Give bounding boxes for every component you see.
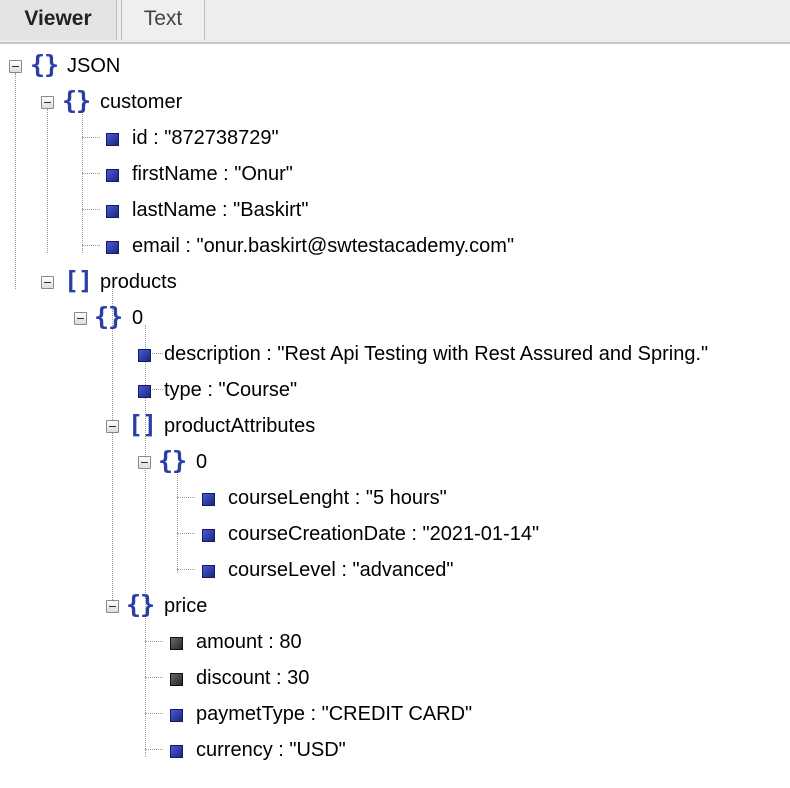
curly-braces-icon: {} — [126, 590, 155, 619]
tab-bar: Viewer Text — [0, 0, 790, 44]
leaf-label: currency : "USD" — [196, 739, 346, 761]
tab-viewer[interactable]: Viewer — [0, 0, 117, 40]
tree-connector — [145, 713, 163, 714]
square-brackets-icon: [] — [128, 410, 157, 439]
curly-braces-icon: {} — [158, 446, 187, 475]
blue-square-icon — [106, 169, 119, 182]
leaf-label: amount : 80 — [196, 631, 302, 653]
blue-square-icon — [106, 133, 119, 146]
tree-connector — [177, 469, 178, 573]
collapse-toggle-icon[interactable] — [41, 276, 54, 289]
leaf-label: courseCreationDate : "2021-01-14" — [228, 523, 540, 545]
collapse-toggle-icon[interactable] — [138, 456, 151, 469]
tree-connector — [145, 749, 163, 750]
gray-square-icon — [170, 673, 183, 686]
node-label: products — [100, 271, 177, 293]
blue-square-icon — [106, 205, 119, 218]
leaf-label: lastName : "Baskirt" — [132, 199, 309, 221]
collapse-toggle-icon[interactable] — [74, 312, 87, 325]
tree-connector — [177, 569, 195, 570]
node-label: price — [164, 595, 208, 617]
blue-square-icon — [138, 385, 151, 398]
node-label: JSON — [67, 55, 121, 77]
tree-connector — [145, 677, 163, 678]
curly-braces-icon: {} — [94, 302, 123, 331]
collapse-toggle-icon[interactable] — [9, 60, 22, 73]
collapse-toggle-icon[interactable] — [106, 420, 119, 433]
leaf-label: discount : 30 — [196, 667, 310, 689]
leaf-label: courseLevel : "advanced" — [228, 559, 454, 581]
collapse-toggle-icon[interactable] — [106, 600, 119, 613]
tree-connector — [47, 109, 48, 253]
node-label: customer — [100, 91, 183, 113]
leaf-label: courseLenght : "5 hours" — [228, 487, 447, 509]
gray-square-icon — [170, 637, 183, 650]
collapse-toggle-icon[interactable] — [41, 96, 54, 109]
curly-braces-icon: {} — [62, 86, 91, 115]
tree-connector — [15, 73, 16, 289]
tree-connector — [177, 497, 195, 498]
node-label: 0 — [196, 451, 208, 473]
tree-connector — [112, 289, 113, 608]
square-brackets-icon: [] — [64, 266, 93, 295]
blue-square-icon — [202, 529, 215, 542]
json-tree: {} JSON {} customer id : "872738729" fir… — [0, 42, 790, 788]
node-label: productAttributes — [164, 415, 316, 437]
tree-connector — [82, 173, 100, 174]
tree-connector — [82, 109, 83, 253]
blue-square-icon — [202, 493, 215, 506]
leaf-label: email : "onur.baskirt@swtestacademy.com" — [132, 235, 515, 257]
tab-text[interactable]: Text — [121, 0, 205, 40]
tree-connector — [82, 209, 100, 210]
blue-square-icon — [138, 349, 151, 362]
tree-connector — [145, 641, 163, 642]
leaf-label: description : "Rest Api Testing with Res… — [164, 343, 709, 365]
leaf-label: type : "Course" — [164, 379, 298, 401]
tree-connector — [82, 137, 100, 138]
tree-connector — [177, 533, 195, 534]
blue-square-icon — [106, 241, 119, 254]
curly-braces-icon: {} — [30, 50, 59, 79]
node-label: 0 — [132, 307, 144, 329]
blue-square-icon — [170, 745, 183, 758]
blue-square-icon — [170, 709, 183, 722]
blue-square-icon — [202, 565, 215, 578]
leaf-label: firstName : "Onur" — [132, 163, 293, 185]
leaf-label: id : "872738729" — [132, 127, 279, 149]
tree-connector — [82, 245, 100, 246]
leaf-label: paymetType : "CREDIT CARD" — [196, 703, 473, 725]
